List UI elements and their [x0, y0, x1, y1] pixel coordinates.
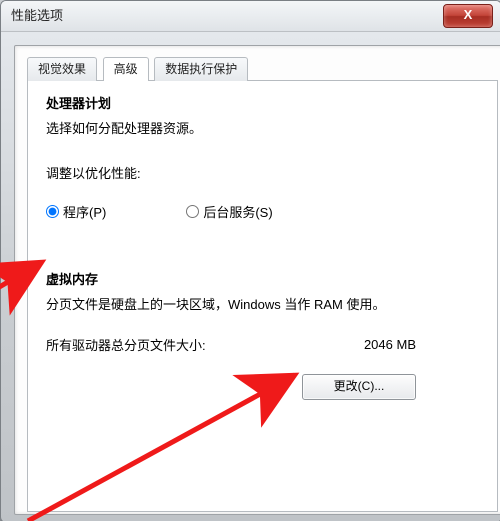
processor-scheduling-title: 处理器计划: [46, 93, 479, 112]
tab-dep[interactable]: 数据执行保护: [154, 57, 248, 81]
change-button[interactable]: 更改(C)...: [302, 374, 416, 400]
scheduling-radio-group: 程序(P) 后台服务(S): [46, 202, 479, 221]
processor-scheduling-desc: 选择如何分配处理器资源。: [46, 118, 479, 137]
close-button[interactable]: X: [443, 4, 493, 28]
tab-page-advanced: 处理器计划 选择如何分配处理器资源。 调整以优化性能: 程序(P) 后台服务(S…: [27, 81, 498, 512]
virtual-memory-desc: 分页文件是硬盘上的一块区域，Windows 当作 RAM 使用。: [46, 294, 416, 313]
pagefile-total-label: 所有驱动器总分页文件大小:: [46, 335, 206, 354]
virtual-memory-title: 虚拟内存: [46, 269, 479, 288]
titlebar: 性能选项 X: [1, 1, 500, 32]
radio-services-label: 后台服务(S): [203, 202, 272, 221]
optimize-label: 调整以优化性能:: [46, 163, 479, 182]
dialog-client-area: 视觉效果 高级 数据执行保护 处理器计划 选择如何分配处理器资源。 调整以优化性…: [14, 45, 500, 515]
tab-visual-effects[interactable]: 视觉效果: [27, 57, 97, 81]
close-icon: X: [464, 7, 473, 22]
radio-background-services[interactable]: 后台服务(S): [186, 202, 272, 221]
radio-programs-input[interactable]: [46, 205, 59, 218]
pagefile-total-value: 2046 MB: [364, 337, 416, 352]
performance-options-window: 性能选项 X 视觉效果 高级 数据执行保护 处理器计划 选择如何分配处理器资源。…: [0, 0, 500, 521]
tab-strip: 视觉效果 高级 数据执行保护: [27, 56, 498, 81]
tab-advanced[interactable]: 高级: [103, 57, 149, 82]
radio-services-input[interactable]: [186, 205, 199, 218]
radio-programs-label: 程序(P): [63, 202, 106, 221]
window-title: 性能选项: [11, 8, 63, 23]
radio-programs[interactable]: 程序(P): [46, 202, 106, 221]
